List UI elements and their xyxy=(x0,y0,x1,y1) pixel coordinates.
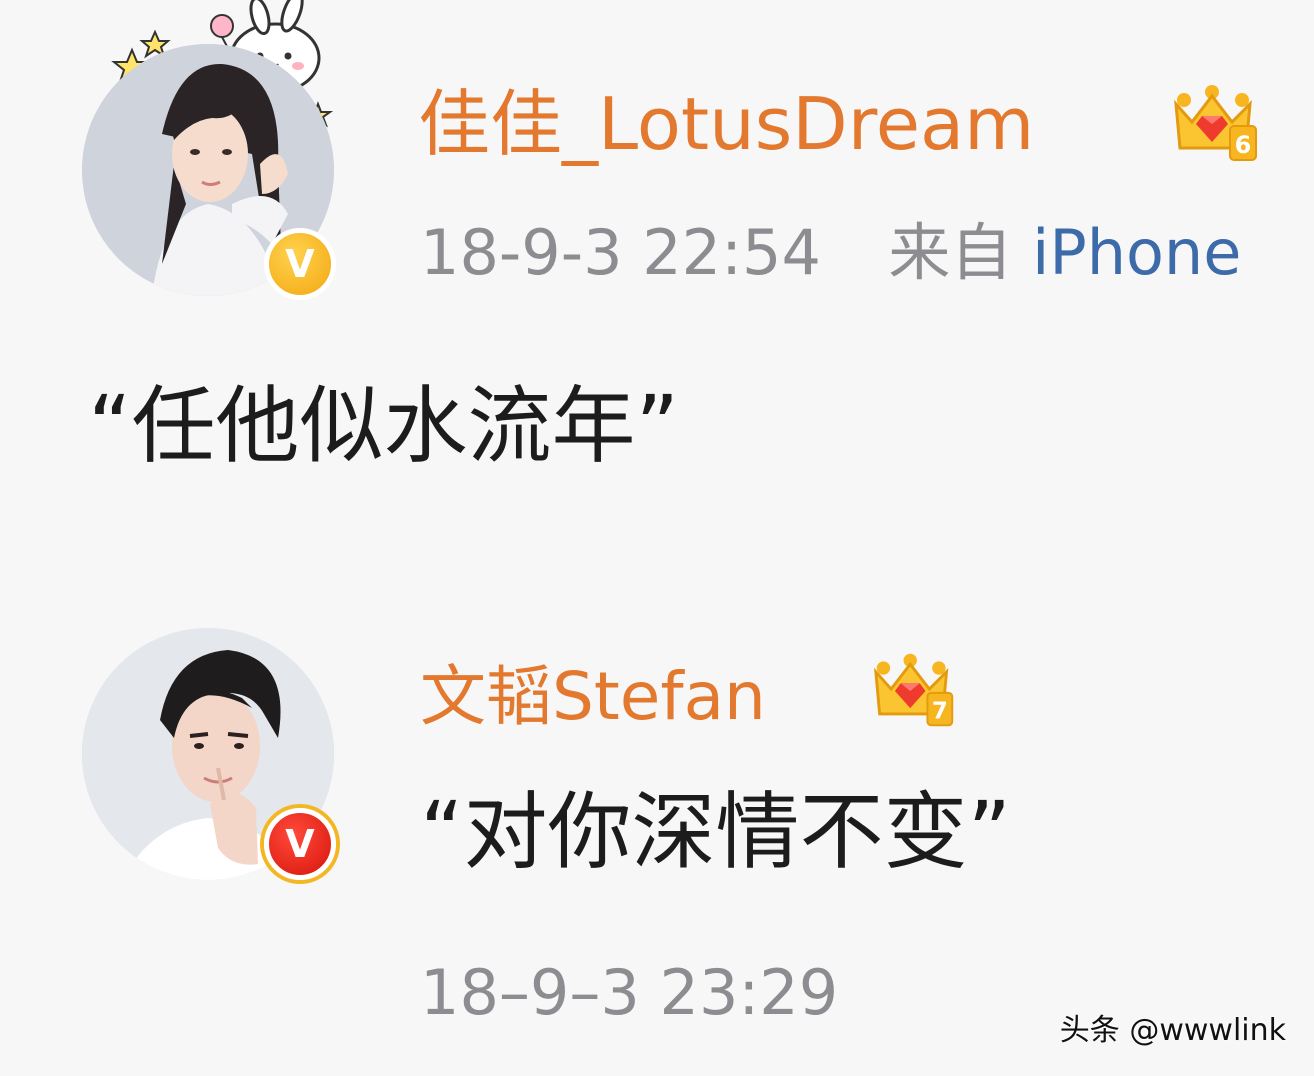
source-device-link[interactable]: iPhone xyxy=(1032,216,1241,289)
svg-text:6: 6 xyxy=(1235,131,1252,159)
avatar[interactable]: V xyxy=(82,628,336,880)
comment-item-2: V 文韬Stefan 7 “对你深情不变” 18–9–3 23:29 xyxy=(0,560,1314,1076)
username[interactable]: 佳佳_LotusDream xyxy=(418,88,1034,160)
source-prefix: 来自 xyxy=(888,216,1013,289)
timestamp: 18–9–3 23:29 xyxy=(420,956,839,1029)
avatar[interactable]: V xyxy=(82,44,336,300)
comment-text: “任他似水流年” xyxy=(88,377,680,475)
comment-text: “对你深情不变” xyxy=(420,783,1012,881)
verified-badge-icon: V xyxy=(264,228,336,300)
timestamp: 18-9-3 22:54 xyxy=(420,216,821,289)
comment-item-1: V 佳佳_LotusDream 6 18-9-3 22:54 来自 iPhone… xyxy=(0,0,1314,560)
username[interactable]: 文韬Stefan xyxy=(420,664,766,730)
svg-text:7: 7 xyxy=(932,699,948,725)
watermark: 头条 @wwwlink xyxy=(1059,1013,1286,1048)
vip-crown-icon: 6 xyxy=(1174,85,1257,161)
verified-badge-icon: V xyxy=(264,808,336,880)
vip-crown-icon: 7 xyxy=(874,653,954,727)
comment-meta: 18-9-3 22:54 来自 iPhone xyxy=(420,222,1241,284)
